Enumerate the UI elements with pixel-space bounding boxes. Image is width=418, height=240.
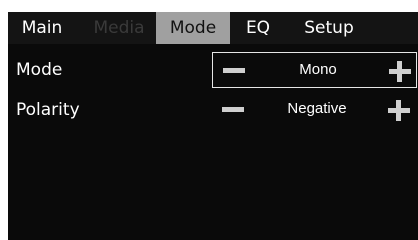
polarity-value: Negative [287,100,347,117]
minus-icon[interactable] [223,68,245,73]
plus-icon[interactable] [388,100,410,121]
minus-icon[interactable] [222,107,244,112]
polarity-stepper[interactable]: Negative [212,92,417,128]
settings-panel: Main Media Mode EQ Setup Mode Mono Polar… [8,12,418,240]
tab-media: Media [93,18,145,38]
plus-icon[interactable] [389,61,411,82]
tab-setup[interactable]: Setup [286,12,372,44]
tab-bar: Main Media Mode EQ Setup [8,12,418,44]
screen: Main Media Mode EQ Setup Mode Mono Polar… [0,0,418,240]
polarity-label: Polarity [16,100,80,120]
tab-main[interactable]: Main [8,12,76,44]
tab-eq[interactable]: EQ [238,12,278,44]
tab-mode[interactable]: Mode [156,12,230,44]
mode-value: Mono [299,61,337,78]
mode-stepper[interactable]: Mono [212,52,417,88]
mode-label: Mode [16,60,63,80]
